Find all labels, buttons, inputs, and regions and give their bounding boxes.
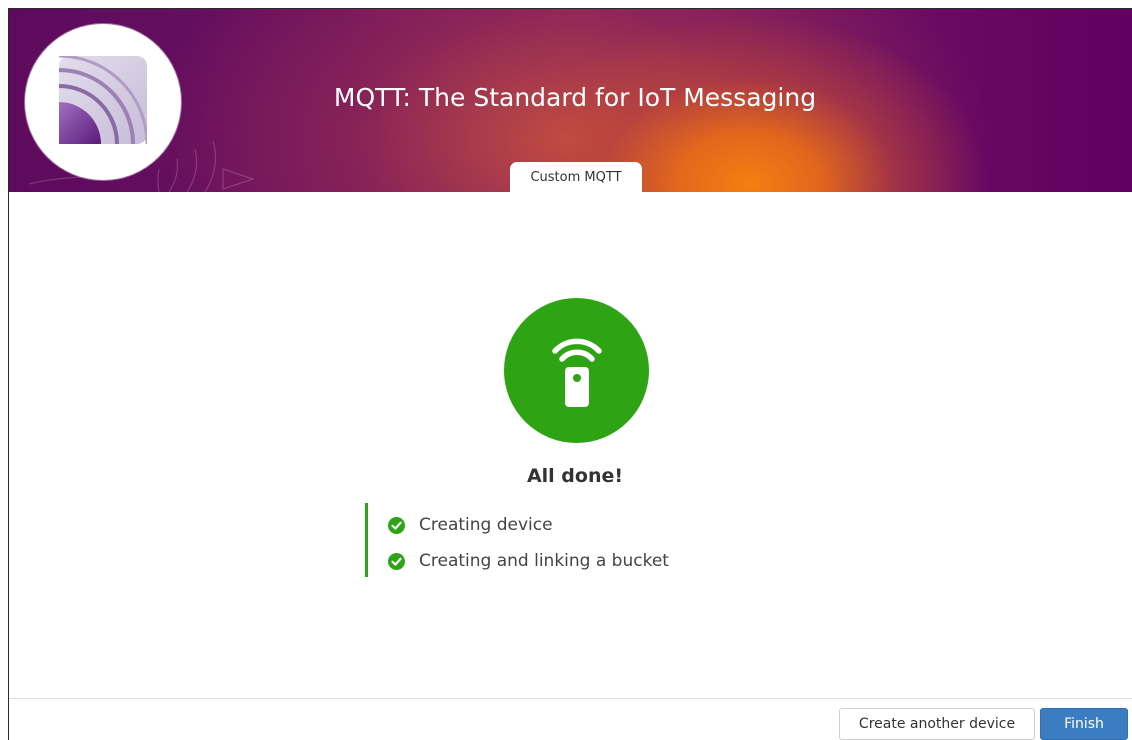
step-label: Creating device — [419, 515, 553, 535]
create-another-device-button[interactable]: Create another device — [839, 708, 1035, 740]
step-label: Creating and linking a bucket — [419, 551, 669, 571]
check-circle-icon — [388, 516, 405, 534]
page-title: MQTT: The Standard for IoT Messaging — [333, 83, 817, 112]
progress-step-list: Creating device Creating and linking a b… — [365, 503, 768, 577]
step-creating-device: Creating device — [388, 513, 553, 537]
success-status-circle — [504, 298, 649, 443]
header-banner: MQTT: The Standard for IoT Messaging Cus… — [9, 9, 1132, 192]
check-circle-icon — [388, 552, 405, 570]
step-linking-bucket: Creating and linking a bucket — [388, 549, 669, 573]
setup-wizard-modal: MQTT: The Standard for IoT Messaging Cus… — [8, 8, 1132, 740]
wireless-device-icon — [552, 338, 602, 407]
completion-title: All done! — [526, 465, 624, 487]
tab-custom-mqtt[interactable]: Custom MQTT — [510, 162, 642, 192]
wizard-footer: Create another device Finish — [9, 698, 1132, 740]
finish-button[interactable]: Finish — [1040, 708, 1128, 740]
